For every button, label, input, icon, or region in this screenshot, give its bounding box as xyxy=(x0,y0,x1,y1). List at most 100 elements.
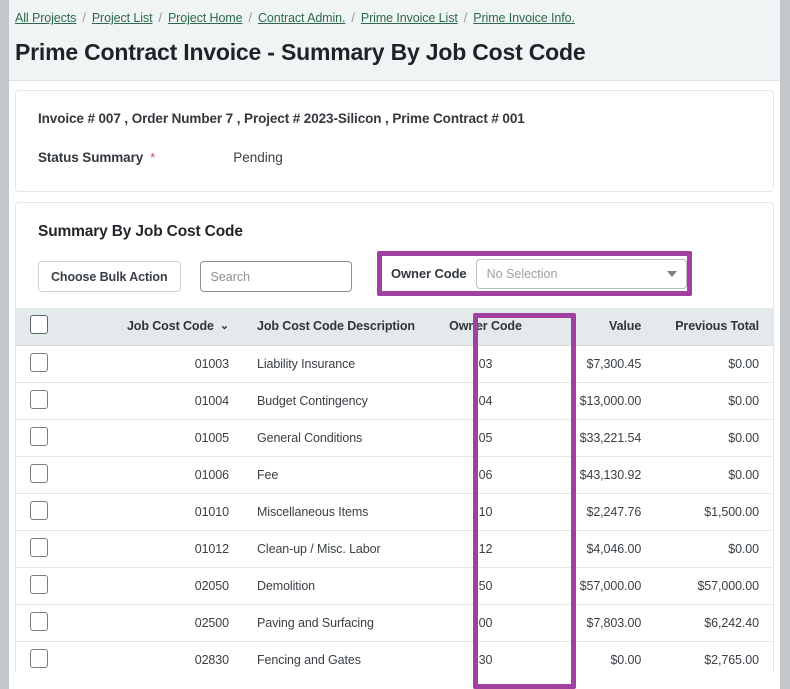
table-body: 01003 Liability Insurance 03 $7,300.45 $0.00… xyxy=(16,345,773,672)
breadcrumb: All Projects / Project List / Project Home / C… xyxy=(9,9,780,27)
invoice-info-card: Invoice # 007 , Order Number 7 , Project… xyxy=(15,90,774,192)
cell-job-cost-code-description: Clean-up / Misc. Labor xyxy=(242,530,434,568)
cell-owner-code: 00 xyxy=(433,604,538,642)
table-row[interactable]: 01012 Clean-up / Misc. Labor 12 $4,046.00 $0… xyxy=(16,530,773,568)
column-header-previous-total[interactable]: Previous Total xyxy=(655,308,773,346)
cell-previous-total: $57,000.00 xyxy=(655,567,773,605)
owner-code-filter-highlight: Owner Code No Selection xyxy=(377,251,692,296)
cell-previous-total: $0.00 xyxy=(655,382,773,420)
column-header-value[interactable]: Value xyxy=(537,308,656,346)
column-header-owner-code[interactable]: Owner Code xyxy=(433,308,538,346)
cell-job-cost-code: 02830 xyxy=(71,641,243,672)
table-row[interactable]: 01003 Liability Insurance 03 $7,300.45 $0.00 xyxy=(16,345,773,383)
chevron-down-icon: ⌄ xyxy=(219,320,229,333)
cell-value: $7,803.00 xyxy=(537,604,656,642)
row-select-checkbox[interactable] xyxy=(30,537,48,557)
choose-bulk-action-button[interactable]: Choose Bulk Action xyxy=(38,261,181,292)
row-select-checkbox[interactable] xyxy=(30,574,48,594)
cell-job-cost-code-description: Paving and Surfacing xyxy=(242,604,434,642)
cell-owner-code: 05 xyxy=(433,419,538,457)
breadcrumb-separator: / xyxy=(463,11,468,25)
row-select-cell xyxy=(16,567,72,605)
row-select-checkbox[interactable] xyxy=(30,611,48,631)
breadcrumb-item-3[interactable]: Contract Admin. xyxy=(258,10,346,26)
cell-job-cost-code-description: Miscellaneous Items xyxy=(242,493,434,531)
row-select-checkbox[interactable] xyxy=(30,500,48,520)
cell-owner-code: 50 xyxy=(433,567,538,605)
status-summary-label: Status Summary xyxy=(38,150,144,165)
section-title: Summary By Job Cost Code xyxy=(38,223,243,240)
breadcrumb-separator: / xyxy=(82,11,86,25)
required-marker-icon: * xyxy=(150,150,156,165)
search-input[interactable] xyxy=(199,261,352,292)
row-select-cell xyxy=(16,345,72,383)
cell-owner-code: 10 xyxy=(433,493,538,531)
breadcrumb-item-0[interactable]: All Projects xyxy=(15,10,76,26)
cell-job-cost-code-description: Budget Contingency xyxy=(242,382,434,420)
table-row[interactable]: 01010 Miscellaneous Items 10 $2,247.76 $1,50… xyxy=(16,493,773,531)
cell-owner-code: 30 xyxy=(433,641,538,672)
row-select-checkbox[interactable] xyxy=(30,389,48,409)
summary-table-card: Summary By Job Cost Code Choose Bulk Act… xyxy=(15,202,774,672)
cell-owner-code: 12 xyxy=(433,530,538,568)
owner-code-filter-select[interactable]: No Selection xyxy=(475,258,687,289)
breadcrumb-separator: / xyxy=(158,11,162,25)
table-row[interactable]: 01006 Fee 06 $43,130.92 $0.00 xyxy=(16,456,773,494)
page-root: All Projects / Project List / Project Home / C… xyxy=(9,0,780,689)
cell-owner-code: 03 xyxy=(433,345,538,383)
breadcrumb-separator: / xyxy=(351,11,355,25)
invoice-summary-line: Invoice # 007 , Order Number 7 , Project… xyxy=(38,111,525,126)
breadcrumb-item-2[interactable]: Project Home xyxy=(168,10,243,26)
column-header-job-cost-code[interactable]: Job Cost Code ⌄ xyxy=(71,308,243,346)
status-summary-value: Pending xyxy=(233,150,283,165)
cell-job-cost-code-description: General Conditions xyxy=(242,419,434,457)
cell-value: $43,130.92 xyxy=(537,456,656,494)
row-select-checkbox[interactable] xyxy=(30,352,48,372)
row-select-checkbox[interactable] xyxy=(30,463,48,483)
cell-job-cost-code: 02500 xyxy=(71,604,243,642)
table-header-row: Job Cost Code ⌄ Job Cost Code Description… xyxy=(16,308,773,346)
cell-job-cost-code: 01012 xyxy=(71,530,243,568)
cell-job-cost-code: 01010 xyxy=(71,493,243,531)
cell-owner-code: 04 xyxy=(433,382,538,420)
cell-job-cost-code: 01003 xyxy=(71,345,243,383)
cell-job-cost-code-description: Liability Insurance xyxy=(242,345,434,383)
row-select-cell xyxy=(16,641,72,672)
column-header-job-cost-code-description[interactable]: Job Cost Code Description xyxy=(242,308,434,346)
cell-job-cost-code-description: Fee xyxy=(242,456,434,494)
cell-value: $57,000.00 xyxy=(537,567,656,605)
page-header-band: All Projects / Project List / Project Home / C… xyxy=(9,0,780,81)
chevron-down-icon xyxy=(666,270,677,277)
summary-table: Job Cost Code ⌄ Job Cost Code Description… xyxy=(16,308,773,672)
breadcrumb-item-1[interactable]: Project List xyxy=(92,10,153,26)
cell-previous-total: $6,242.40 xyxy=(655,604,773,642)
table-row[interactable]: 02830 Fencing and Gates 30 $0.00 $2,765.00 xyxy=(16,641,773,672)
owner-code-filter-label: Owner Code xyxy=(391,266,467,281)
status-summary-row: Status Summary * Pending xyxy=(38,150,751,165)
table-row[interactable]: 01004 Budget Contingency 04 $13,000.00 $0.00 xyxy=(16,382,773,420)
table-row[interactable]: 02050 Demolition 50 $57,000.00 $57,000.00 xyxy=(16,567,773,605)
row-select-checkbox[interactable] xyxy=(30,648,48,668)
cell-previous-total: $0.00 xyxy=(655,345,773,383)
cell-value: $13,000.00 xyxy=(537,382,656,420)
breadcrumb-separator: / xyxy=(248,11,252,25)
select-all-checkbox[interactable] xyxy=(30,315,48,335)
row-select-cell xyxy=(16,604,72,642)
cell-previous-total: $0.00 xyxy=(655,530,773,568)
owner-code-filter-value: No Selection xyxy=(486,266,558,281)
cell-job-cost-code: 01006 xyxy=(71,456,243,494)
window-left-edge xyxy=(0,0,9,689)
cell-job-cost-code-description: Fencing and Gates xyxy=(242,641,434,672)
cell-value: $7,300.45 xyxy=(537,345,656,383)
breadcrumb-item-4[interactable]: Prime Invoice List xyxy=(361,10,458,26)
page-title: Prime Contract Invoice - Summary By Job … xyxy=(15,39,586,65)
row-select-checkbox[interactable] xyxy=(30,426,48,446)
cell-previous-total: $2,765.00 xyxy=(655,641,773,672)
window-right-edge xyxy=(780,0,790,689)
table-head: Job Cost Code ⌄ Job Cost Code Description… xyxy=(16,308,773,346)
table-row[interactable]: 02500 Paving and Surfacing 00 $7,803.00 $6,2… xyxy=(16,604,773,642)
cell-job-cost-code: 01005 xyxy=(71,419,243,457)
table-toolbar: Choose Bulk Action Owner Code No Selecti… xyxy=(16,241,773,308)
table-row[interactable]: 01005 General Conditions 05 $33,221.54 $0.00 xyxy=(16,419,773,457)
breadcrumb-item-5[interactable]: Prime Invoice Info. xyxy=(473,10,575,26)
